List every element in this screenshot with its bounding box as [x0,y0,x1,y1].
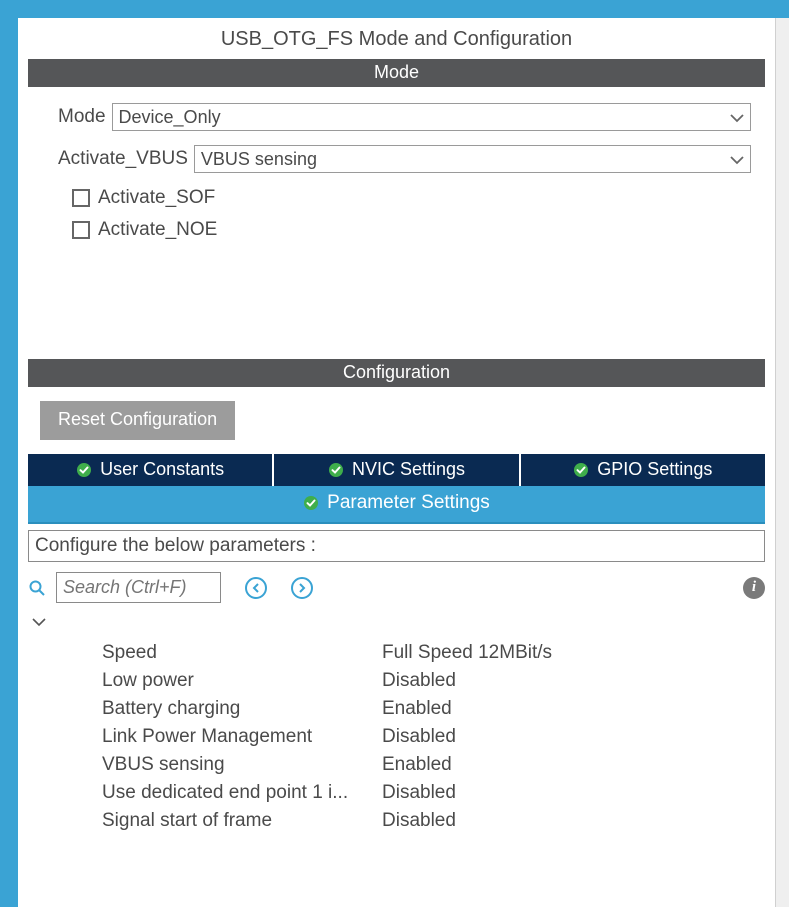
parameter-name: Signal start of frame [102,810,382,832]
parameter-value: Enabled [382,754,452,776]
search-input[interactable] [56,572,221,603]
check-circle-icon [303,495,319,511]
parameter-value: Disabled [382,726,456,748]
parameter-row[interactable]: Battery chargingEnabled [102,698,765,720]
mode-section-header: Mode [28,59,765,87]
check-circle-icon [328,462,344,478]
parameter-row[interactable]: SpeedFull Speed 12MBit/s [102,642,765,664]
parameter-value: Disabled [382,670,456,692]
collapse-toggle[interactable] [32,611,765,632]
chevron-down-icon [730,107,744,128]
left-stripe [0,0,18,907]
mode-select-value: Device_Only [119,107,221,128]
parameter-name: Link Power Management [102,726,382,748]
parameter-row[interactable]: Link Power ManagementDisabled [102,726,765,748]
tab-label: Parameter Settings [327,492,490,514]
parameter-name: Battery charging [102,698,382,720]
tab-row-top: User Constants NVIC Settings GPIO Settin… [28,454,765,486]
search-next-button[interactable] [291,577,313,599]
scrollbar[interactable] [775,18,789,907]
activate-sof-checkbox[interactable] [72,189,90,207]
parameter-value: Disabled [382,782,456,804]
mode-panel: Mode Device_Only Activate_VBUS VBUS sens… [18,87,775,359]
reset-configuration-button[interactable]: Reset Configuration [40,401,235,440]
tab-gpio-settings[interactable]: GPIO Settings [521,454,765,486]
parameter-value: Full Speed 12MBit/s [382,642,552,664]
parameter-table: SpeedFull Speed 12MBit/sLow powerDisable… [102,642,765,832]
parameter-value: Enabled [382,698,452,720]
tab-label: GPIO Settings [597,459,712,480]
parameter-row[interactable]: VBUS sensingEnabled [102,754,765,776]
tab-label: NVIC Settings [352,459,465,480]
mode-select[interactable]: Device_Only [112,103,751,131]
activate-vbus-select[interactable]: VBUS sensing [194,145,751,173]
activate-sof-label: Activate_SOF [98,187,215,209]
info-icon[interactable]: i [743,577,765,599]
search-prev-button[interactable] [245,577,267,599]
activate-vbus-label: Activate_VBUS [58,148,188,170]
activate-noe-checkbox[interactable] [72,221,90,239]
chevron-down-icon [730,149,744,170]
tab-nvic-settings[interactable]: NVIC Settings [274,454,518,486]
page-title: USB_OTG_FS Mode and Configuration [18,18,775,59]
mode-label: Mode [58,106,106,128]
check-circle-icon [573,462,589,478]
parameter-row[interactable]: Signal start of frameDisabled [102,810,765,832]
tab-parameter-settings[interactable]: Parameter Settings [28,486,765,524]
parameter-name: Speed [102,642,382,664]
activate-vbus-value: VBUS sensing [201,149,317,170]
check-circle-icon [76,462,92,478]
search-icon [28,579,46,597]
parameter-value: Disabled [382,810,456,832]
parameter-row[interactable]: Low powerDisabled [102,670,765,692]
parameter-name: Low power [102,670,382,692]
tab-user-constants[interactable]: User Constants [28,454,272,486]
parameter-name: Use dedicated end point 1 i... [102,782,382,804]
parameter-row[interactable]: Use dedicated end point 1 i...Disabled [102,782,765,804]
top-bar [0,0,789,18]
activate-noe-label: Activate_NOE [98,219,217,241]
configuration-section-header: Configuration [28,359,765,387]
parameter-description: Configure the below parameters : [28,530,765,562]
tab-label: User Constants [100,459,224,480]
parameter-name: VBUS sensing [102,754,382,776]
